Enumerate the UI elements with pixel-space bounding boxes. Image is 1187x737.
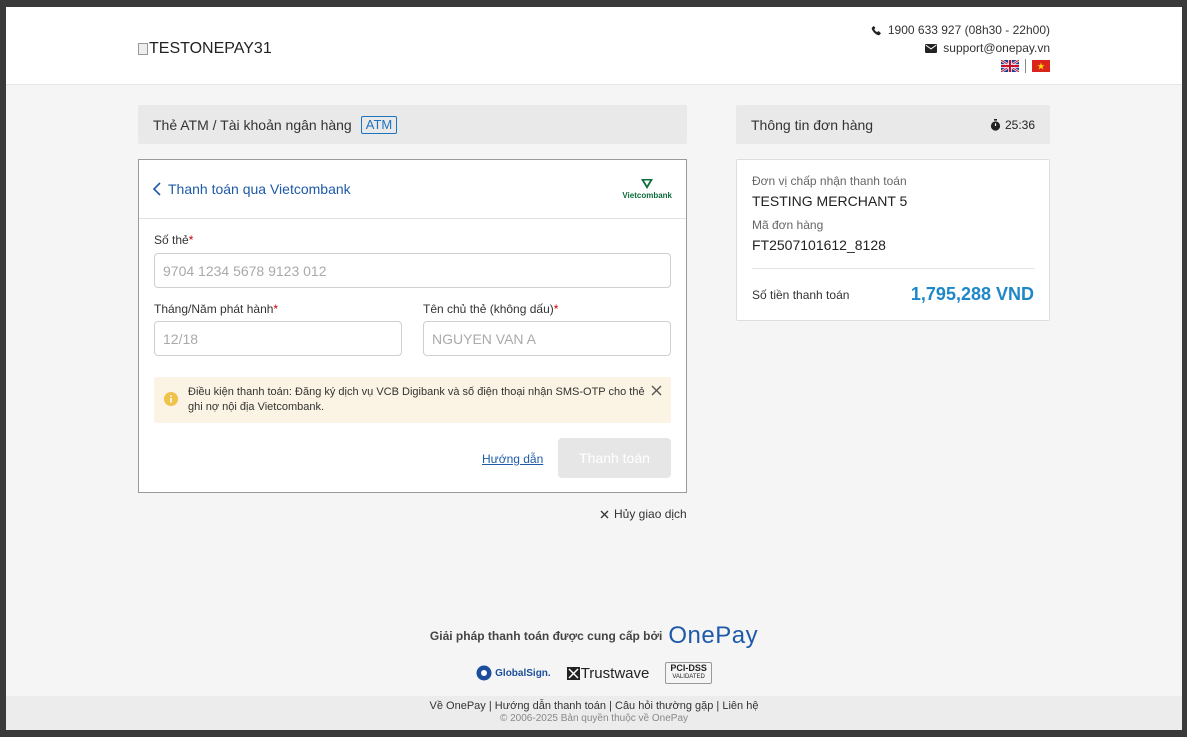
info-icon <box>164 392 178 406</box>
vietcombank-logo-text: Vietcombank <box>622 191 672 200</box>
card-number-label-text: Số thẻ <box>154 233 189 247</box>
footer-link-guide[interactable]: Hướng dẫn thanh toán <box>495 700 606 712</box>
holder-name-placeholder: NGUYEN VAN A <box>432 330 536 347</box>
payment-condition-notice: Điều kiện thanh toán: Đăng ký dịch vụ VC… <box>154 377 671 423</box>
close-icon <box>600 510 609 518</box>
back-button-label: Thanh toán qua Vietcombank <box>168 181 351 197</box>
card-form: Thanh toán qua Vietcombank Vietcombank S… <box>138 159 687 493</box>
security-badges: GlobalSign. Trustwave PCI-DSS VALIDATED <box>6 662 1182 684</box>
atm-badge: ATM <box>360 115 398 134</box>
trustwave-icon <box>566 666 580 680</box>
contact-info: 1900 633 927 (08h30 - 22h00) support@one… <box>871 21 1050 73</box>
merchant-logo-alt: TESTONEPAY31 <box>149 40 272 57</box>
close-icon[interactable] <box>651 385 662 396</box>
globalsign-text: GlobalSign. <box>495 667 551 679</box>
order-divider <box>752 268 1035 269</box>
required-mark: * <box>553 302 559 316</box>
footer-bottom-bar: Về OnePay | Hướng dẫn thanh toán | Câu h… <box>6 696 1182 730</box>
card-number-placeholder: 9704 1234 5678 9123 012 <box>163 262 327 279</box>
countdown-timer: 25:36 <box>990 118 1035 132</box>
order-id-value: FT2507101612_8128 <box>752 237 886 253</box>
required-mark: * <box>273 302 279 316</box>
pci-dss-text: PCI-DSS <box>670 663 707 673</box>
envelope-icon <box>925 43 938 53</box>
flag-divider <box>1025 59 1026 73</box>
email-link[interactable]: support@onepay.vn <box>943 41 1050 55</box>
uk-flag-icon[interactable] <box>1001 60 1019 72</box>
onepay-logo: OnePay <box>668 622 759 649</box>
vietcombank-logo: Vietcombank <box>622 178 672 200</box>
timer-value: 25:36 <box>1004 117 1035 132</box>
footer-link-contact[interactable]: Liên hệ <box>722 700 758 712</box>
guide-link[interactable]: Hướng dẫn <box>482 452 543 466</box>
order-info-title: Thông tin đơn hàng <box>751 116 874 133</box>
trustwave-text: Trustwave <box>580 664 650 682</box>
language-switcher <box>871 59 1050 73</box>
header: TESTONEPAY31 1900 633 927 (08h30 - 22h00… <box>6 7 1182 85</box>
phone-icon <box>871 25 881 35</box>
order-id-label: Mã đơn hàng <box>752 218 824 232</box>
stopwatch-icon <box>990 118 1001 131</box>
issue-date-input[interactable]: 12/18 <box>154 321 402 356</box>
pay-button[interactable]: Thanh toán <box>558 438 671 478</box>
issue-date-label: Tháng/Năm phát hành* <box>154 302 278 316</box>
pci-dss-validated: VALIDATED <box>672 674 705 680</box>
phone-row: 1900 633 927 (08h30 - 22h00) <box>871 21 1050 39</box>
holder-name-input[interactable]: NGUYEN VAN A <box>423 321 671 356</box>
notice-text: Điều kiện thanh toán: Đăng ký dịch vụ VC… <box>188 386 645 413</box>
vietcombank-emblem-icon <box>641 179 654 189</box>
checkout-page: TESTONEPAY31 1900 633 927 (08h30 - 22h00… <box>6 7 1182 730</box>
chevron-left-icon <box>153 182 161 196</box>
amount-label: Số tiền thanh toán <box>752 288 850 302</box>
order-details: Đơn vị chấp nhận thanh toán TESTING MERC… <box>736 159 1050 321</box>
issue-date-placeholder: 12/18 <box>163 330 199 347</box>
phone-text: 1900 633 927 (08h30 - 22h00) <box>887 23 1050 37</box>
trustwave-badge: Trustwave <box>566 664 650 682</box>
broken-image-icon <box>138 43 148 55</box>
footer-links: Về OnePay | Hướng dẫn thanh toán | Câu h… <box>429 700 759 712</box>
required-mark: * <box>188 233 194 247</box>
footer-link-about[interactable]: Về OnePay <box>430 700 486 712</box>
pci-dss-badge: PCI-DSS VALIDATED <box>665 662 712 684</box>
globalsign-badge: GlobalSign. <box>476 665 551 681</box>
footer-link-faq[interactable]: Câu hỏi thường gặp <box>615 700 713 712</box>
card-form-header: Thanh toán qua Vietcombank Vietcombank <box>139 160 686 219</box>
back-button[interactable]: Thanh toán qua Vietcombank <box>153 181 351 197</box>
amount-value: 1,795,288 VND <box>910 284 1034 304</box>
powered-by: Giải pháp thanh toán được cung cấp bởi O… <box>6 622 1182 650</box>
cancel-transaction-label: Hủy giao dịch <box>614 507 687 521</box>
cancel-transaction-button[interactable]: Hủy giao dịch <box>600 507 687 521</box>
merchant-logo: TESTONEPAY31 <box>138 40 272 58</box>
holder-name-label: Tên chủ thẻ (không dấu)* <box>423 302 558 316</box>
merchant-label: Đơn vị chấp nhận thanh toán <box>752 174 907 188</box>
order-info-header: Thông tin đơn hàng 25:36 <box>736 105 1050 144</box>
globalsign-icon <box>476 665 492 681</box>
card-number-input[interactable]: 9704 1234 5678 9123 012 <box>154 253 671 288</box>
copyright: © 2006-2025 Bản quyền thuộc về OnePay <box>499 713 689 724</box>
vn-flag-icon[interactable] <box>1032 60 1050 72</box>
issue-date-label-text: Tháng/Năm phát hành <box>154 302 274 316</box>
merchant-value: TESTING MERCHANT 5 <box>752 193 908 209</box>
email-row: support@onepay.vn <box>871 39 1050 57</box>
payment-method-title: Thẻ ATM / Tài khoản ngân hàng <box>153 116 352 133</box>
card-number-label: Số thẻ* <box>154 233 193 247</box>
payment-method-header: Thẻ ATM / Tài khoản ngân hàng ATM <box>138 105 687 144</box>
powered-by-text: Giải pháp thanh toán được cung cấp bởi <box>429 629 663 643</box>
holder-name-label-text: Tên chủ thẻ (không dấu) <box>423 302 554 316</box>
footer: Giải pháp thanh toán được cung cấp bởi O… <box>6 622 1182 684</box>
